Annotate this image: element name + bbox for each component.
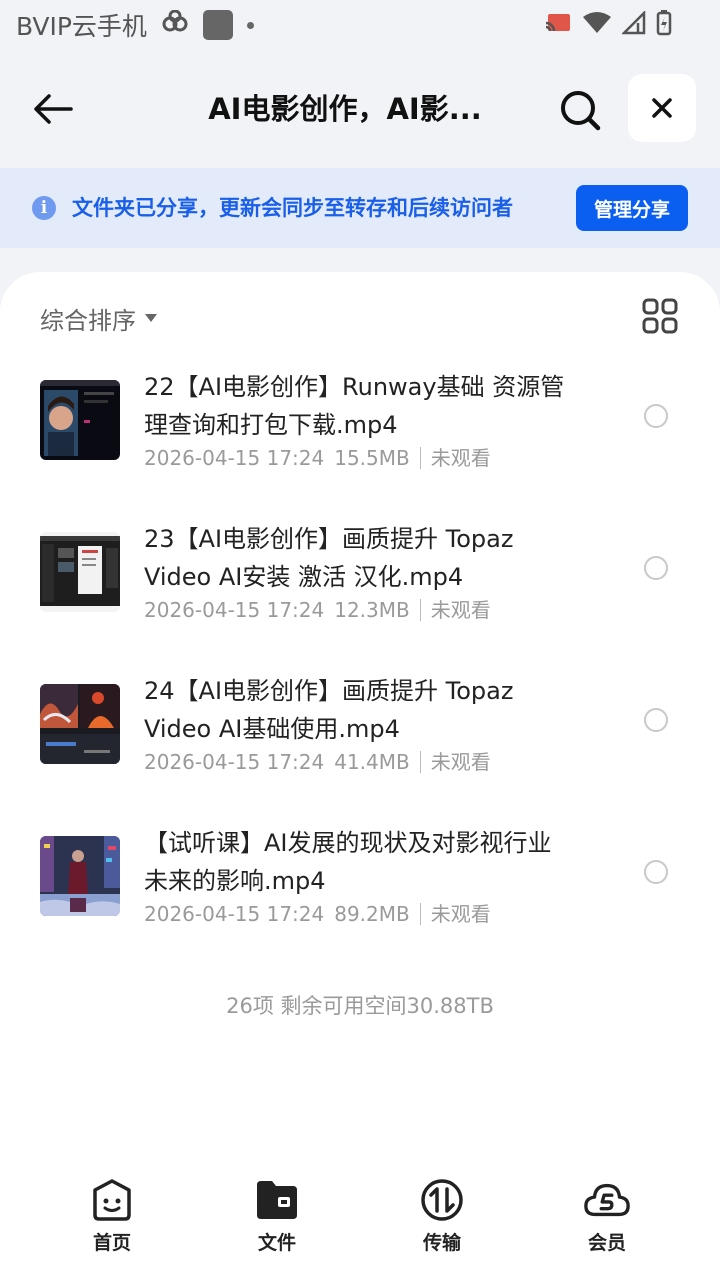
watch-status: 未观看 (430, 598, 491, 622)
select-radio[interactable] (644, 556, 668, 580)
share-banner-text: 文件夹已分享，更新会同步至转存和后续访问者 (72, 196, 513, 220)
status-bar: BVIP云手机 (0, 0, 720, 50)
bottom-nav: 首页 文件 传输 会员 (0, 1170, 720, 1280)
video-thumbnail (40, 684, 120, 764)
folder-summary: 26项 剩余可用空间30.88TB (226, 994, 494, 1018)
file-date: 2026-04-15 17:24 (144, 750, 325, 774)
home-face-icon (88, 1176, 136, 1224)
link-icon (161, 9, 189, 40)
signal-icon (620, 9, 646, 39)
file-size: 41.4MB (334, 750, 410, 774)
vip-cloud-icon (583, 1176, 631, 1224)
file-meta: 2026-04-15 17:24 15.5MB 未观看 (144, 444, 491, 472)
back-arrow-icon (34, 94, 73, 124)
search-icon (561, 91, 601, 131)
file-date: 2026-04-15 17:24 (144, 598, 325, 622)
file-name: 23【AI电影创作】画质提升 Topaz Video AI安装 激活 汉化.mp… (144, 525, 514, 591)
select-radio[interactable] (644, 404, 668, 428)
watch-status: 未观看 (430, 446, 491, 470)
file-row[interactable]: 24【AI电影创作】画质提升 Topaz Video AI基础使用.mp4 20… (0, 672, 720, 792)
file-date: 2026-04-15 17:24 (144, 446, 325, 470)
watch-status: 未观看 (430, 750, 491, 774)
nav-item-files[interactable]: 文件 (227, 1176, 327, 1260)
folder-icon (253, 1176, 301, 1224)
file-list-panel: 综合排序 22【AI电影创作】Runway基础 资源管理查询和打包下载.mp4 … (0, 272, 720, 1280)
file-name: 24【AI电影创作】画质提升 Topaz Video AI基础使用.mp4 (144, 677, 514, 743)
select-radio[interactable] (644, 708, 668, 732)
sort-dropdown[interactable]: 综合排序 (40, 300, 158, 336)
grid-view-icon (642, 298, 678, 334)
nav-item-transfer[interactable]: 传输 (392, 1176, 492, 1260)
file-date: 2026-04-15 17:24 (144, 902, 325, 926)
file-name: 22【AI电影创作】Runway基础 资源管理查询和打包下载.mp4 (144, 373, 565, 439)
file-meta: 2026-04-15 17:24 12.3MB 未观看 (144, 596, 491, 624)
wifi-icon (582, 11, 612, 39)
app-square-icon (202, 10, 233, 40)
file-name: 【试听课】AI发展的现状及对影视行业未来的影响.mp4 (144, 829, 552, 895)
video-thumbnail (40, 380, 120, 460)
nav-label: 传输 (422, 1232, 461, 1254)
meta-divider (419, 751, 421, 773)
search-button[interactable] (556, 86, 604, 134)
page-title: AI电影创作，AI影... (208, 92, 482, 126)
video-thumbnail (40, 836, 120, 916)
select-radio[interactable] (644, 860, 668, 884)
video-thumbnail (40, 532, 120, 612)
file-size: 12.3MB (334, 598, 410, 622)
file-meta: 2026-04-15 17:24 89.2MB 未观看 (144, 900, 491, 928)
nav-label: 首页 (92, 1232, 131, 1254)
carrier-label: BVIP云手机 (16, 12, 147, 41)
info-icon: i (32, 196, 56, 220)
top-bar: AI电影创作，AI影... (0, 50, 720, 168)
share-banner: i 文件夹已分享，更新会同步至转存和后续访问者 管理分享 (0, 168, 720, 248)
notification-dot-icon (246, 21, 254, 29)
file-row[interactable]: 【试听课】AI发展的现状及对影视行业未来的影响.mp4 2026-04-15 1… (0, 824, 720, 944)
status-left: BVIP云手机 (16, 8, 254, 42)
close-button[interactable] (628, 74, 696, 142)
watch-status: 未观看 (430, 902, 491, 926)
meta-divider (419, 903, 421, 925)
back-button[interactable] (30, 86, 76, 132)
meta-divider (419, 447, 421, 469)
manage-share-button[interactable]: 管理分享 (576, 185, 688, 231)
file-size: 89.2MB (334, 902, 410, 926)
grid-view-button[interactable] (642, 298, 678, 334)
file-row[interactable]: 22【AI电影创作】Runway基础 资源管理查询和打包下载.mp4 2026-… (0, 368, 720, 488)
caret-down-icon (145, 314, 157, 322)
cast-icon (544, 11, 572, 39)
status-right (544, 8, 672, 42)
file-row[interactable]: 23【AI电影创作】画质提升 Topaz Video AI安装 激活 汉化.mp… (0, 520, 720, 640)
nav-label: 会员 (587, 1232, 626, 1254)
nav-label: 文件 (257, 1232, 296, 1254)
battery-icon (656, 10, 672, 40)
nav-item-vip[interactable]: 会员 (557, 1176, 657, 1260)
nav-item-home[interactable]: 首页 (62, 1176, 162, 1260)
file-meta: 2026-04-15 17:24 41.4MB 未观看 (144, 748, 491, 776)
transfer-icon (418, 1176, 466, 1224)
meta-divider (419, 599, 421, 621)
sort-label: 综合排序 (40, 306, 136, 335)
close-icon (652, 98, 672, 118)
file-size: 15.5MB (334, 446, 410, 470)
